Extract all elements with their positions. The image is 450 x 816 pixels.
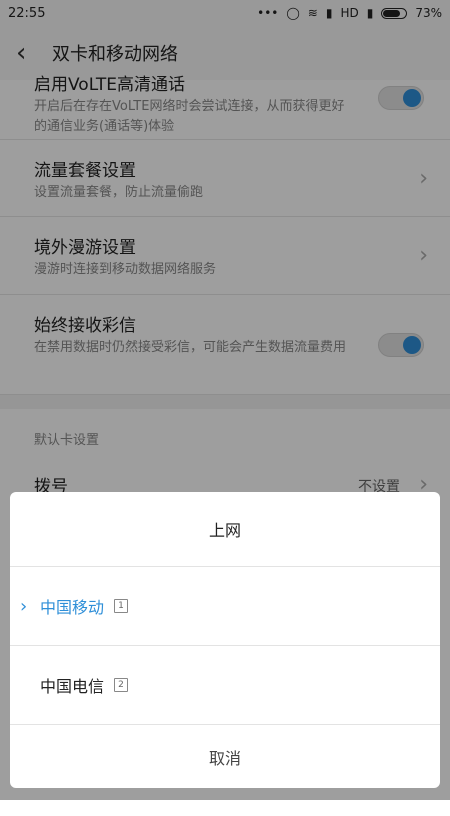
option-label: 中国电信: [40, 677, 105, 696]
option-china-telecom[interactable]: 中国电信 2: [10, 646, 440, 725]
sim-2-icon: 2: [114, 678, 129, 692]
cancel-button[interactable]: 取消: [10, 725, 440, 788]
dialog-title: 上网: [10, 492, 440, 567]
selected-chevron-icon: ›: [20, 595, 28, 617]
settings-screen: 22:55 ••• ◯ ≋ ▮ HD ▮ 73% ‹ 双卡和移动网络 启用VoL…: [0, 0, 450, 816]
sim-1-icon: 1: [114, 599, 129, 613]
select-data-sim-dialog: 上网 › 中国移动 1 中国电信 2 取消: [10, 492, 440, 788]
option-china-mobile[interactable]: › 中国移动 1: [10, 567, 440, 646]
option-label: 中国移动: [40, 598, 105, 617]
